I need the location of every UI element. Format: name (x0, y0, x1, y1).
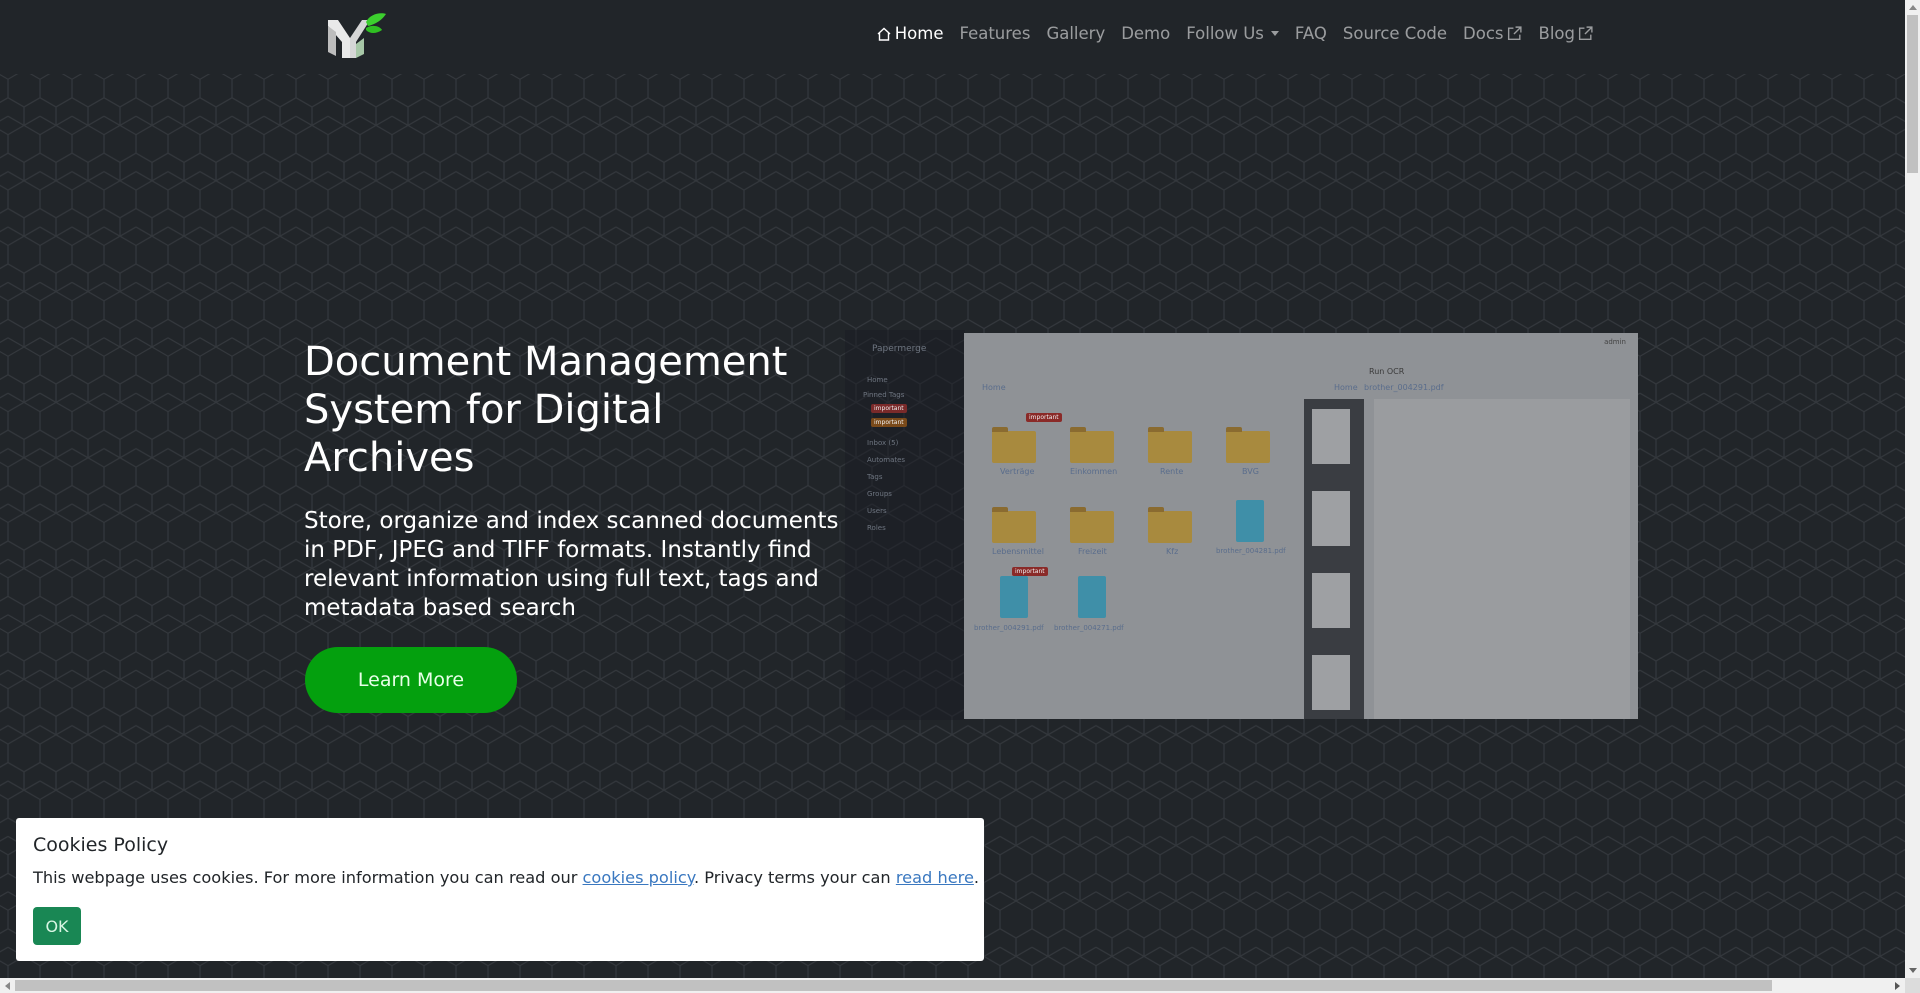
learn-more-button[interactable]: Learn More (305, 647, 517, 713)
cookies-text-part: . Privacy terms your can (694, 868, 896, 887)
screenshot-sidebar-item: Home (867, 376, 888, 384)
home-icon (877, 27, 891, 41)
nav-docs-label: Docs (1463, 24, 1504, 43)
horizontal-scrollbar[interactable] (0, 978, 1905, 993)
screenshot-folder-label: Freizeit (1078, 547, 1107, 556)
nav-blog-label: Blog (1538, 24, 1575, 43)
screenshot-run-ocr: Run OCR (1369, 367, 1405, 376)
screenshot-tag: important (871, 418, 907, 427)
screenshot-sidebar-item: Roles (867, 524, 886, 532)
screenshot-user: admin (1604, 338, 1626, 346)
cookies-banner: Cookies Policy This webpage uses cookies… (16, 818, 984, 961)
screenshot-document (1236, 500, 1264, 542)
screenshot-folder (1148, 427, 1192, 463)
screenshot-tag: important (871, 404, 907, 413)
nav-faq[interactable]: FAQ (1295, 24, 1327, 43)
screenshot-tag: important (1026, 413, 1062, 422)
scroll-down-arrow-icon[interactable] (1909, 968, 1917, 973)
cookies-policy-link[interactable]: cookies policy (583, 868, 694, 887)
nav-demo[interactable]: Demo (1121, 24, 1170, 43)
scrollbar-corner (1905, 978, 1920, 993)
screenshot-folder (1148, 507, 1192, 543)
screenshot-breadcrumb: Home (1334, 383, 1358, 392)
nav-features[interactable]: Features (959, 24, 1030, 43)
screenshot-document (1078, 576, 1106, 618)
screenshot-breadcrumb: brother_004291.pdf (1364, 383, 1444, 392)
caret-down-icon (1270, 31, 1279, 36)
screenshot-sidebar-item: Pinned Tags (863, 391, 905, 399)
nav-docs[interactable]: Docs (1463, 24, 1522, 43)
papermerge-logo[interactable] (326, 12, 388, 62)
nav-features-label: Features (959, 24, 1031, 43)
screenshot-brand: Papermerge (872, 344, 927, 354)
screenshot-breadcrumb: Home (982, 383, 1006, 392)
screenshot-sidebar: Papermerge Home Pinned Tags important im… (845, 330, 965, 720)
screenshot-folder (992, 427, 1036, 463)
nav-demo-label: Demo (1121, 24, 1171, 43)
vertical-scrollbar-thumb[interactable] (1907, 15, 1918, 173)
screenshot-folder (992, 507, 1036, 543)
horizontal-scrollbar-thumb[interactable] (15, 980, 1772, 991)
hero-subtitle: Store, organize and index scanned docume… (304, 508, 839, 621)
scroll-left-arrow-icon[interactable] (5, 982, 10, 990)
screenshot-folder (1070, 507, 1114, 543)
screenshot-thumbnail-pane (1304, 399, 1364, 719)
cookies-title: Cookies Policy (33, 834, 169, 856)
hero-title: Document Management System for Digital A… (304, 339, 788, 481)
screenshot-document-label: brother_004281.pdf (1216, 547, 1286, 555)
vertical-scrollbar[interactable] (1905, 0, 1920, 978)
nav-gallery-label: Gallery (1046, 24, 1106, 43)
screenshot-folder (1070, 427, 1114, 463)
nav-blog[interactable]: Blog (1539, 24, 1594, 43)
app-screenshot-image: Papermerge Home Pinned Tags important im… (845, 330, 1640, 720)
screenshot-folder-label: Verträge (1000, 467, 1035, 476)
nav-home[interactable]: Home (874, 24, 944, 43)
nav-home-label: Home (894, 24, 944, 43)
screenshot-sidebar-item: Inbox (5) (867, 439, 899, 447)
screenshot-sidebar-item: Users (867, 507, 887, 515)
screenshot-main: admin Home Run OCR Home brother_004291.p… (964, 333, 1638, 719)
external-link-icon (1507, 26, 1522, 41)
nav-source-code[interactable]: Source Code (1343, 24, 1447, 43)
main-nav: Home Features Gallery Demo Follow Us FAQ… (858, 24, 1594, 43)
external-link-icon (1578, 26, 1593, 41)
screenshot-folder-label: Einkommen (1070, 467, 1118, 476)
screenshot-sidebar-item: Automates (867, 456, 906, 464)
screenshot-sidebar-item: Groups (867, 490, 892, 498)
screenshot-document (1000, 576, 1028, 618)
screenshot-folder-label: BVG (1242, 467, 1259, 476)
cookies-text: This webpage uses cookies. For more info… (33, 868, 979, 887)
screenshot-folder-label: Kfz (1166, 547, 1179, 556)
scroll-up-arrow-icon[interactable] (1909, 5, 1917, 10)
nav-follow-us-label: Follow Us (1186, 24, 1264, 43)
screenshot-tag: important (1012, 567, 1048, 576)
privacy-terms-link[interactable]: read here (896, 868, 974, 887)
screenshot-folder (1226, 427, 1270, 463)
screenshot-document-page (1374, 399, 1630, 719)
screenshot-document-label: brother_004291.pdf (974, 624, 1044, 632)
scroll-right-arrow-icon[interactable] (1895, 982, 1900, 990)
screenshot-sidebar-item: Tags (867, 473, 883, 481)
nav-faq-label: FAQ (1294, 24, 1327, 43)
screenshot-document-label: brother_004271.pdf (1054, 624, 1124, 632)
cookies-text-part: This webpage uses cookies. For more info… (33, 868, 583, 887)
nav-gallery[interactable]: Gallery (1046, 24, 1105, 43)
nav-source-code-label: Source Code (1342, 24, 1448, 43)
screenshot-folder-label: Rente (1160, 467, 1184, 476)
cookies-text-part: . (973, 868, 980, 887)
cookies-ok-button[interactable]: OK (33, 907, 81, 945)
top-navbar: Home Features Gallery Demo Follow Us FAQ… (0, 0, 1905, 74)
nav-follow-us-dropdown[interactable]: Follow Us (1186, 24, 1279, 43)
screenshot-folder-label: Lebensmittel (992, 547, 1044, 556)
